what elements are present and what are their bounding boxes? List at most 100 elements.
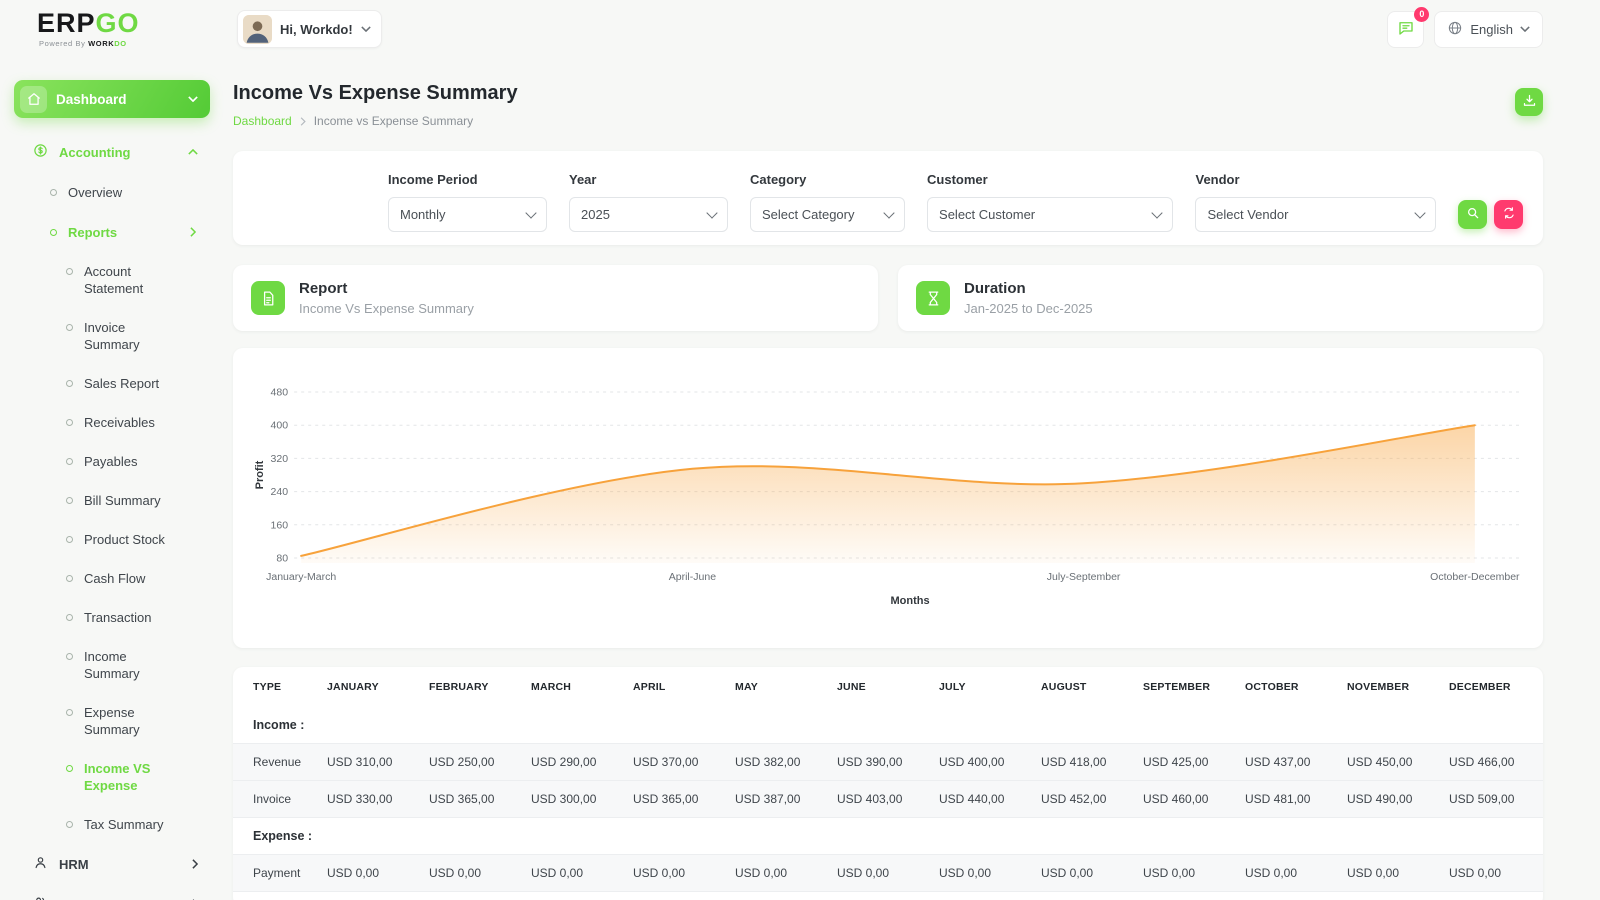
table-cell: USD 300,00 <box>523 781 625 818</box>
search-button[interactable] <box>1458 200 1487 229</box>
bullet-icon <box>66 575 73 582</box>
sidebar-item-account-statement[interactable]: Account Statement <box>66 252 216 308</box>
sidebar-item-bill-summary[interactable]: Bill Summary <box>66 481 216 520</box>
main-content: Income Vs Expense Summary Dashboard Inco… <box>233 70 1543 900</box>
logo-text: ERPGO <box>37 10 237 37</box>
filters-row: Income PeriodMonthlyYear2025CategorySele… <box>253 172 1523 232</box>
notifications-button[interactable]: 0 <box>1387 11 1424 48</box>
sidebar-item-label: Product Stock <box>84 531 165 548</box>
sidebar-item-overview[interactable]: Overview <box>8 172 216 212</box>
x-tick-label: July-September <box>1047 571 1121 583</box>
chevron-right-icon <box>190 227 196 237</box>
hrm-icon <box>33 855 48 873</box>
table-cell: USD 403,00 <box>829 781 931 818</box>
bullet-icon <box>66 821 73 828</box>
y-tick-label: 400 <box>271 420 289 432</box>
sidebar-item-tax-summary[interactable]: Tax Summary <box>66 805 216 844</box>
breadcrumb-dashboard-link[interactable]: Dashboard <box>233 114 292 128</box>
sidebar-item-accounting[interactable]: Accounting <box>8 132 216 172</box>
chevron-down-icon <box>188 96 198 102</box>
sidebar-item-label: Expense Summary <box>84 704 182 738</box>
sidebar-item-transaction[interactable]: Transaction <box>66 598 216 637</box>
duration-card: Duration Jan-2025 to Dec-2025 <box>898 265 1543 331</box>
sidebar-item-income-summary[interactable]: Income Summary <box>66 637 216 693</box>
table-cell: USD 0,00 <box>421 855 523 892</box>
table-cell: USD 440,00 <box>931 781 1033 818</box>
column-header-july: JULY <box>931 667 1033 707</box>
table-cell: USD 481,00 <box>1237 781 1339 818</box>
download-icon <box>1522 93 1537 111</box>
row-type: Payment <box>233 855 319 892</box>
sidebar-item-dashboard[interactable]: Dashboard <box>14 80 210 118</box>
y-tick-label: 240 <box>271 486 289 498</box>
bullet-icon <box>66 765 73 772</box>
report-card-text: Report Income Vs Expense Summary <box>299 280 474 316</box>
x-tick-label: April-June <box>669 571 717 583</box>
sidebar: Dashboard Accounting Overview Reports Ac… <box>8 72 216 900</box>
year-select[interactable]: 2025 <box>569 197 728 232</box>
sidebar-item-product-stock[interactable]: Product Stock <box>66 520 216 559</box>
sidebar-item-label: Reports <box>68 225 179 240</box>
sidebar-item-label: Accounting <box>59 145 177 160</box>
reset-button[interactable] <box>1494 200 1523 229</box>
sidebar-item-cash-flow[interactable]: Cash Flow <box>66 559 216 598</box>
y-tick-label: 320 <box>271 453 289 465</box>
refresh-icon <box>1502 206 1516 223</box>
sidebar-item-label: CRM <box>59 897 181 900</box>
sidebar-item-expense-summary[interactable]: Expense Summary <box>66 693 216 749</box>
table-cell: USD 0,00 <box>1237 855 1339 892</box>
sidebar-item-invoice-summary[interactable]: Invoice Summary <box>66 308 216 364</box>
language-selector[interactable]: English <box>1434 11 1543 48</box>
sidebar-item-crm[interactable]: CRM <box>8 884 216 900</box>
duration-card-title: Duration <box>964 280 1093 297</box>
category-select[interactable]: Select Category <box>750 197 905 232</box>
sidebar-item-sales-report[interactable]: Sales Report <box>66 364 216 403</box>
filter-label: Category <box>750 172 905 187</box>
table-cell: USD 382,00 <box>727 744 829 781</box>
breadcrumb-current: Income vs Expense Summary <box>314 114 473 128</box>
logo-erp: ERP <box>37 8 96 38</box>
income-period-select[interactable]: Monthly <box>388 197 547 232</box>
table-cell: USD 0,00 <box>1135 855 1237 892</box>
user-menu[interactable]: Hi, Workdo! <box>237 10 382 48</box>
sidebar-item-label: Tax Summary <box>84 816 163 833</box>
bullet-icon <box>66 709 73 716</box>
table-cell: USD 330,00 <box>319 781 421 818</box>
table-cell: USD 437,00 <box>1237 744 1339 781</box>
sidebar-item-payables[interactable]: Payables <box>66 442 216 481</box>
x-tick-label: January-March <box>266 571 336 583</box>
table-cell: USD 0,00 <box>727 855 829 892</box>
powered-by-text: Powered By <box>39 39 85 48</box>
table-cell: USD 0,00 <box>523 855 625 892</box>
vendor-select[interactable]: Select Vendor <box>1195 197 1436 232</box>
column-header-december: DECEMBER <box>1441 667 1543 707</box>
table-row-revenue: RevenueUSD 310,00USD 250,00USD 290,00USD… <box>233 744 1543 781</box>
table-cell: USD 0,00 <box>931 855 1033 892</box>
logo[interactable]: ERPGO Powered By WORKDO <box>37 10 237 48</box>
sidebar-item-hrm[interactable]: HRM <box>8 844 216 884</box>
table-cell: USD 460,00 <box>1135 781 1237 818</box>
sidebar-item-label: HRM <box>59 857 181 872</box>
filter-actions <box>1458 200 1523 232</box>
download-button[interactable] <box>1515 88 1543 116</box>
duration-icon <box>916 281 950 315</box>
page-title: Income Vs Expense Summary <box>233 82 1543 105</box>
table-row-invoice: InvoiceUSD 330,00USD 365,00USD 300,00USD… <box>233 781 1543 818</box>
bullet-icon <box>66 419 73 426</box>
chevron-down-icon <box>1520 26 1530 32</box>
row-type: Revenue <box>233 744 319 781</box>
column-header-may: MAY <box>727 667 829 707</box>
bullet-icon <box>66 268 73 275</box>
sidebar-item-income-vs-expense[interactable]: Income VS Expense <box>66 749 216 805</box>
sidebar-item-receivables[interactable]: Receivables <box>66 403 216 442</box>
section-row-income: Income : <box>233 707 1543 744</box>
table-cell: USD 250,00 <box>421 744 523 781</box>
sidebar-item-label: Bill Summary <box>84 492 161 509</box>
filter-vendor: VendorSelect Vendor <box>1195 172 1436 232</box>
row-type: Invoice <box>233 781 319 818</box>
table-cell: USD 418,00 <box>1033 744 1135 781</box>
customer-select[interactable]: Select Customer <box>927 197 1173 232</box>
sidebar-item-reports[interactable]: Reports <box>8 212 216 252</box>
sidebar-item-label: Account Statement <box>84 263 182 297</box>
column-header-november: NOVEMBER <box>1339 667 1441 707</box>
